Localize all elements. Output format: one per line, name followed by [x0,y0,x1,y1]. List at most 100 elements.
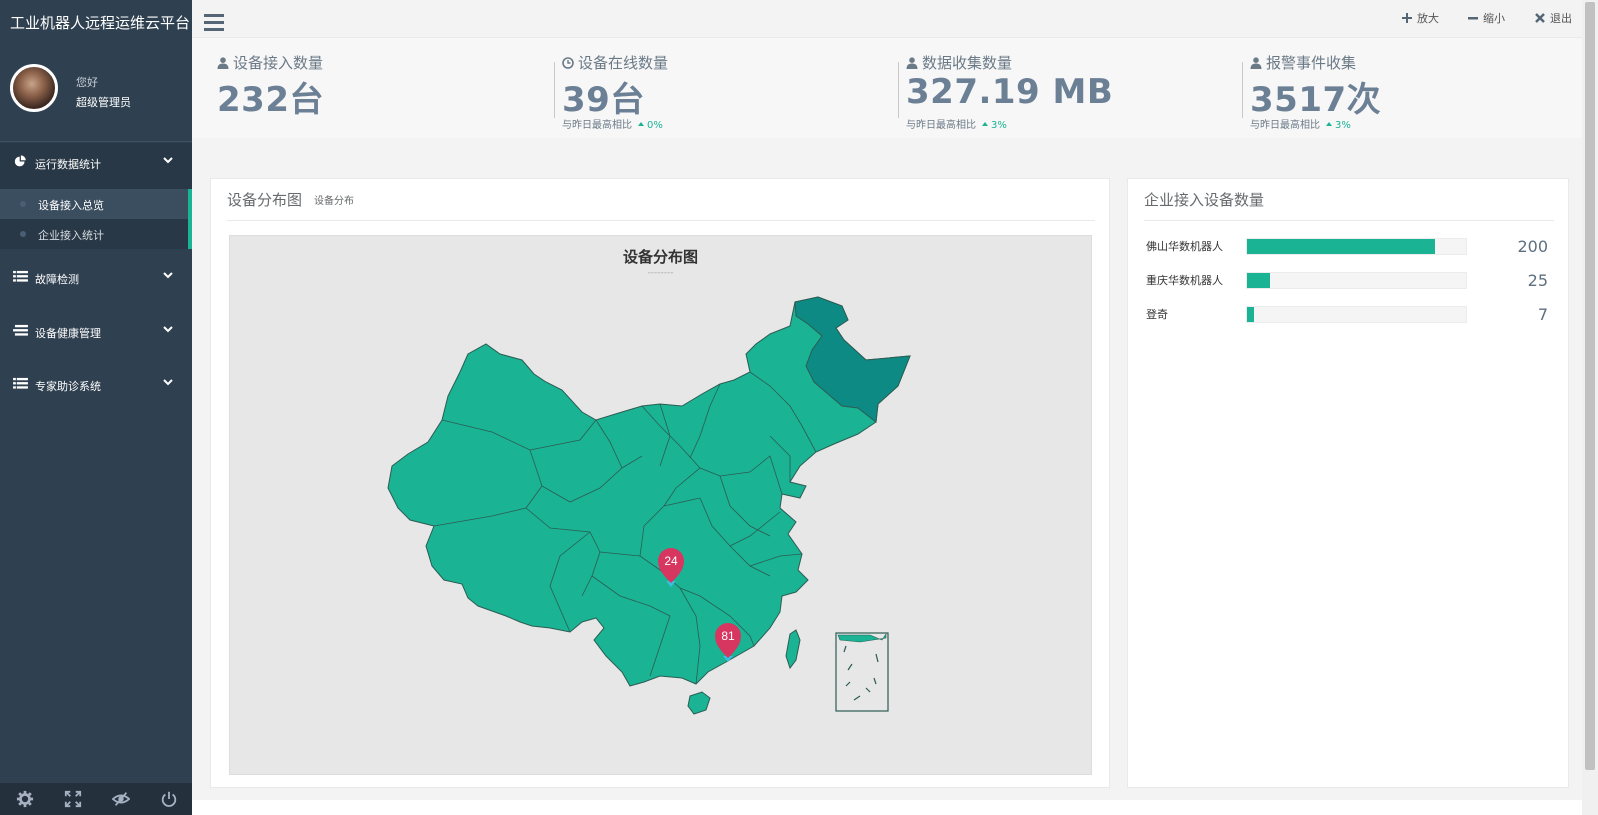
stat-value: 232台 [217,80,324,120]
stats-row: 设备接入数量 232台 设备在线数量 39台 与昨日最高相比 0% 数据收集数量 … [192,38,1582,138]
plus-icon [1402,13,1412,23]
marker-value: 24 [664,554,678,568]
sidebar-item-fault-detection[interactable]: 故障检测 [0,258,192,298]
pie-chart-icon [14,155,26,167]
zoom-out-label: 缩小 [1483,12,1505,25]
stat-title-text: 设备在线数量 [578,54,669,72]
tasks-icon [13,324,28,336]
sidebar-subitem-label: 设备接入总览 [38,199,104,212]
progress-fill [1247,273,1271,288]
top-navbar: 放大 缩小 退出 [192,0,1582,38]
progress-track [1246,272,1467,289]
sidebar-subitem-device-overview[interactable]: 设备接入总览 [0,189,188,219]
avatar[interactable] [10,64,58,112]
south-china-sea-inset [835,632,889,712]
bar-label: 佛山华数机器人 [1146,240,1223,253]
zoom-out-button[interactable]: 缩小 [1468,10,1505,26]
stat-device-access: 设备接入数量 232台 [217,46,547,136]
bar-row: 登奇 7 [1146,303,1556,327]
compare-text: 与昨日最高相比 [562,120,632,131]
sidebar-item-expert-diagnosis[interactable]: 专家助诊系统 [0,365,192,405]
bar-row: 佛山华数机器人 200 [1146,235,1556,259]
percent-change: 3% [1326,120,1351,131]
chevron-down-icon [163,379,173,386]
stat-value: 39台 [562,80,645,120]
user-icon [217,56,229,69]
sidebar-item-label: 设备健康管理 [35,327,101,340]
percent-change: 0% [638,120,663,131]
close-icon [1535,13,1545,23]
user-role[interactable]: 超级管理员 [76,94,131,110]
percent-value: 3% [991,120,1007,131]
clock-icon [562,56,574,69]
bullet-icon [20,231,26,237]
bar-value: 200 [1517,237,1548,256]
stat-alarm-events: 报警事件收集 3517次 与昨日最高相比 3% [1242,46,1580,136]
stat-value: 3517次 [1250,80,1382,120]
map-chart-title: 设备分布图 [622,248,698,266]
user-profile: 您好 超级管理员 [0,46,192,142]
compare-text: 与昨日最高相比 [906,120,976,131]
china-map[interactable]: 24 81 设备分布图 -------- [229,235,1092,775]
bar-value: 7 [1537,305,1548,324]
progress-fill [1247,239,1435,254]
sidebar-subitem-enterprise-stats[interactable]: 企业接入统计 [0,219,188,249]
user-icon [1250,56,1262,69]
bar-label: 登奇 [1146,308,1168,321]
bar-row: 重庆华数机器人 25 [1146,269,1556,293]
arrow-up-icon [982,122,988,126]
divider [554,62,555,118]
percent-change: 3% [982,120,1007,131]
device-distribution-panel: 设备分布图 设备分布 24 81 设备分布图 -------- [210,178,1110,788]
sidebar-subitem-label: 企业接入统计 [38,229,104,242]
eye-slash-icon[interactable] [112,790,130,808]
zoom-in-label: 放大 [1417,12,1439,25]
stat-title: 设备接入数量 [217,52,323,73]
zoom-in-button[interactable]: 放大 [1402,10,1439,26]
sidebar-item-label: 故障检测 [35,273,79,286]
arrow-up-icon [1326,122,1332,126]
sidebar-item-health-management[interactable]: 设备健康管理 [0,312,192,352]
sidebar-item-run-stats[interactable]: 运行数据统计 [0,143,192,189]
chevron-down-icon [163,272,173,279]
stat-title-text: 数据收集数量 [922,54,1013,72]
gear-icon[interactable] [16,790,34,808]
minus-icon [1468,17,1478,20]
stat-title: 报警事件收集 [1250,52,1356,73]
progress-track [1246,306,1467,323]
panel-title: 企业接入设备数量 [1144,191,1265,209]
exit-button[interactable]: 退出 [1535,10,1572,26]
app-title: 工业机器人远程运维云平台 [10,14,191,32]
stat-title: 数据收集数量 [906,52,1012,73]
stat-title-text: 报警事件收集 [1266,54,1357,72]
power-icon[interactable] [160,790,178,808]
expand-icon[interactable] [64,790,82,808]
stat-title-text: 设备接入数量 [233,54,324,72]
map-region-taiwan[interactable] [785,629,801,670]
list-icon [13,377,28,389]
map-chart-subtitle: -------- [647,268,674,278]
map-region-hainan[interactable] [687,691,711,715]
compare-text: 与昨日最高相比 [1250,120,1320,131]
stat-value: 327.19 MB [906,72,1114,112]
stat-compare: 与昨日最高相比 3% [906,116,1007,131]
bar-label: 重庆华数机器人 [1146,274,1223,287]
panel-header: 企业接入设备数量 [1144,179,1554,221]
chevron-down-icon [163,326,173,333]
stat-device-online: 设备在线数量 39台 与昨日最高相比 0% [554,46,892,136]
percent-value: 3% [1335,120,1351,131]
stat-data-collected: 数据收集数量 327.19 MB 与昨日最高相比 3% [898,46,1236,136]
sidebar-footer [0,783,192,815]
stat-compare: 与昨日最高相比 3% [1250,116,1351,131]
china-map-graphic[interactable]: 24 81 [230,236,1093,776]
progress-track [1246,238,1467,255]
bullet-icon [20,201,26,207]
list-icon [13,270,28,282]
panel-header: 设备分布图 设备分布 [227,179,1095,221]
marker-value: 81 [721,629,735,643]
scrollbar-thumb[interactable] [1585,2,1595,770]
scrollbar[interactable] [1582,0,1598,815]
arrow-up-icon [638,122,644,126]
menu-toggle-icon[interactable] [204,14,224,31]
enterprise-devices-panel: 企业接入设备数量 佛山华数机器人 200 重庆华数机器人 25 登奇 7 [1127,178,1569,788]
